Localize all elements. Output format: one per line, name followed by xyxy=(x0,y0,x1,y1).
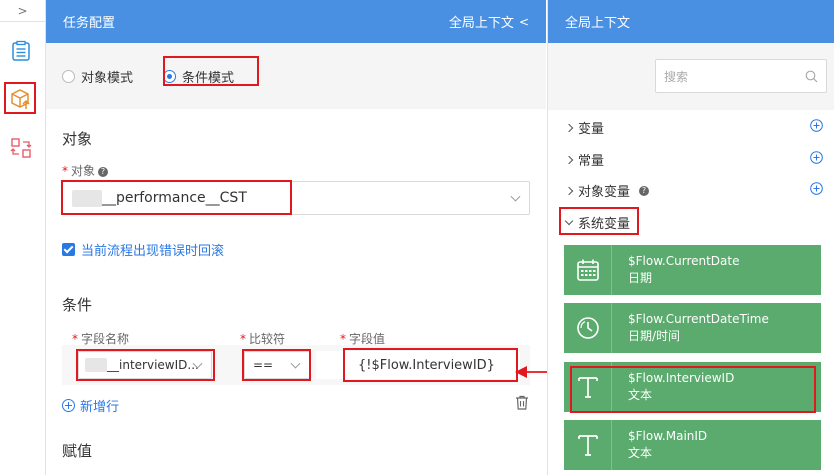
chevron-right-icon xyxy=(564,155,574,164)
checkbox-checked-icon xyxy=(62,243,75,256)
trash-icon[interactable] xyxy=(515,395,529,410)
help-icon[interactable]: ? xyxy=(98,167,109,177)
sysvar-card-current-date[interactable]: $Flow.CurrentDate 日期 xyxy=(564,245,821,295)
tree-item-variables[interactable]: 变量 xyxy=(564,118,604,137)
operator-select[interactable]: == xyxy=(244,351,310,379)
field-name-value: __interviewID... xyxy=(107,358,199,372)
global-context-header: 全局上下文 xyxy=(548,0,834,43)
sysvar-name: $Flow.CurrentDateTime xyxy=(628,312,769,326)
field-value-input[interactable]: {!$Flow.InterviewID} xyxy=(316,351,520,379)
tree-item-system-variables[interactable]: 系统变量 xyxy=(564,213,630,232)
icon-rail: > xyxy=(0,0,46,475)
plus-circle-icon xyxy=(62,399,75,412)
condition-section-title: 条件 xyxy=(62,296,93,314)
object-section-title: 对象 xyxy=(62,130,93,148)
object-field-label: * 对象? xyxy=(62,162,109,179)
context-tree: 变量 常量 对象变量 ? 系统变量 $Flow.CurrentDate 日期 $… xyxy=(548,110,834,475)
clock-icon xyxy=(564,303,612,353)
field-value-text: {!$Flow.InterviewID} xyxy=(358,357,495,373)
text-icon xyxy=(564,362,612,412)
condition-mode-radio[interactable]: 条件模式 xyxy=(163,67,234,86)
collapse-chevron-icon: < xyxy=(518,14,529,29)
sysvar-type: 文本 xyxy=(628,388,653,402)
calendar-icon xyxy=(564,245,612,295)
global-context-panel: 全局上下文 搜索 变量 常量 对象变量 ? 系统变量 $Flow.Current… xyxy=(547,0,834,475)
sysvar-card-main-id[interactable]: $Flow.MainID 文本 xyxy=(564,420,821,470)
object-select[interactable]: __performance__CST xyxy=(62,181,530,215)
sysvar-card-current-datetime[interactable]: $Flow.CurrentDateTime 日期/时间 xyxy=(564,303,821,353)
context-search-input[interactable]: 搜索 xyxy=(655,59,827,93)
chevron-down-icon xyxy=(290,358,301,369)
object-cube-icon[interactable] xyxy=(3,81,39,117)
task-list-icon[interactable] xyxy=(3,33,39,69)
add-variable-icon[interactable] xyxy=(810,119,823,132)
sysvar-type: 日期/时间 xyxy=(628,329,681,343)
global-context-title: 全局上下文 xyxy=(565,16,631,31)
operator-value: == xyxy=(253,358,274,372)
add-object-variable-icon[interactable] xyxy=(810,182,823,195)
transform-icon[interactable] xyxy=(3,130,39,166)
chevron-down-icon xyxy=(510,191,521,202)
assign-section-title: 赋值 xyxy=(62,442,93,460)
expand-chevron-icon[interactable]: > xyxy=(0,0,45,22)
chevron-right-icon xyxy=(564,123,574,132)
sysvar-type: 日期 xyxy=(628,271,653,285)
help-icon[interactable]: ? xyxy=(639,185,650,196)
global-context-link[interactable]: 全局上下文 < xyxy=(449,12,529,32)
redacted-prefix xyxy=(72,189,102,207)
field-name-select[interactable]: __interviewID... xyxy=(78,351,212,379)
rollback-checkbox[interactable]: 当前流程出现错误时回滚 xyxy=(62,240,224,259)
sysvar-type: 文本 xyxy=(628,446,653,460)
chevron-right-icon xyxy=(564,186,574,195)
text-icon xyxy=(564,420,612,470)
sysvar-name: $Flow.CurrentDate xyxy=(628,254,740,268)
tree-item-constants[interactable]: 常量 xyxy=(564,150,604,169)
sysvar-name: $Flow.MainID xyxy=(628,429,708,443)
task-config-header: 任务配置 全局上下文 < xyxy=(46,0,546,43)
mode-selector: 对象模式 条件模式 xyxy=(46,43,546,109)
redacted-prefix xyxy=(85,358,107,372)
task-config-panel: 任务配置 全局上下文 < 对象模式 条件模式 对象 * 对象? __perform… xyxy=(46,0,546,475)
chevron-down-icon xyxy=(564,216,574,226)
search-icon xyxy=(805,70,818,83)
sysvar-name: $Flow.InterviewID xyxy=(628,371,735,385)
radio-on-icon xyxy=(163,69,177,83)
radio-off-icon xyxy=(62,69,75,83)
add-row-button[interactable]: 新增行 xyxy=(62,396,119,415)
sysvar-card-interview-id[interactable]: $Flow.InterviewID 文本 xyxy=(564,362,821,412)
object-select-value: __performance__CST xyxy=(102,190,247,206)
add-constant-icon[interactable] xyxy=(810,151,823,164)
object-mode-radio[interactable]: 对象模式 xyxy=(62,67,133,86)
task-config-title: 任务配置 xyxy=(63,16,116,31)
tree-item-object-variables[interactable]: 对象变量 ? xyxy=(564,181,650,200)
